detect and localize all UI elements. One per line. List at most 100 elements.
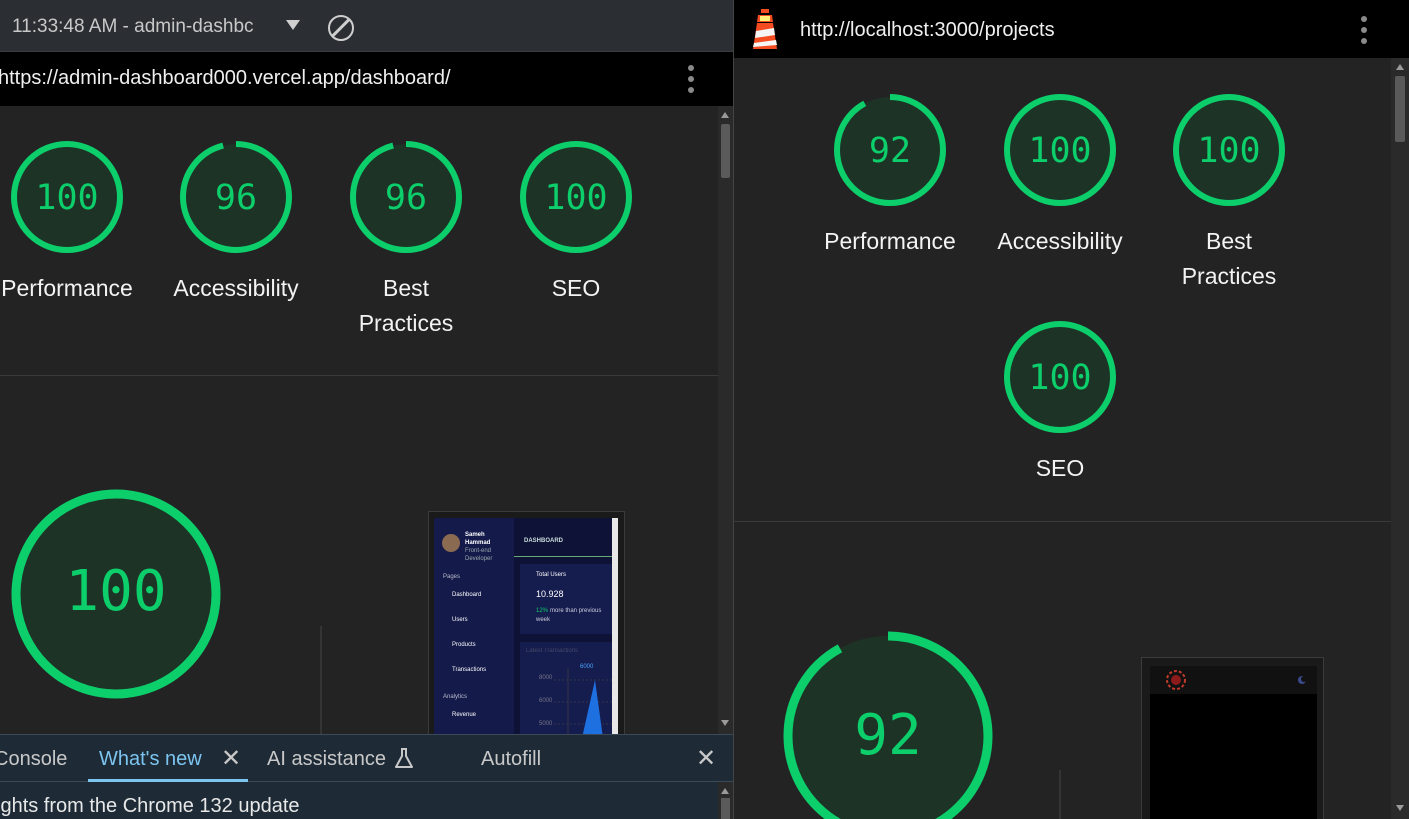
score-label-best-practices: Best Practices — [1159, 224, 1299, 294]
thumb-text: Front-end — [465, 548, 492, 554]
label-line: Best — [1205, 228, 1253, 254]
pane-splitter[interactable] — [733, 0, 734, 819]
big-score-gauge: 92 — [783, 631, 993, 819]
thumb-text: Developer — [465, 556, 493, 562]
thumb-divider — [514, 556, 617, 557]
score-gauge-performance[interactable]: 92 — [834, 94, 946, 206]
thumb-text: Pages — [443, 574, 461, 580]
report-url[interactable]: https://admin-dashboard000.vercel.app/da… — [0, 67, 451, 90]
scrollbar-thumb[interactable] — [721, 798, 730, 819]
active-tab-indicator — [88, 779, 248, 782]
page-screenshot-thumbnail[interactable] — [1141, 657, 1324, 819]
thumb-mini-chart — [554, 668, 612, 735]
thumb-text: Analytics — [443, 694, 468, 700]
scrollbar-thumb[interactable] — [721, 124, 730, 178]
thumb-text: 10.928 — [536, 589, 564, 599]
score-label-seo: SEO — [1035, 455, 1085, 481]
label-line: Practices — [358, 310, 454, 336]
gauge-score-value: 96 — [385, 178, 427, 218]
scroll-up-icon[interactable] — [1396, 64, 1404, 70]
thumb-text: Sameh — [465, 532, 485, 538]
gauge-score-value: 100 — [544, 178, 607, 218]
report-url-bar: http://localhost:3000/projects — [733, 0, 1409, 58]
thumb-text: DASHBOARD — [524, 538, 563, 544]
drawer-tab-bar: Console What's new ✕ AI assistance Autof… — [0, 735, 733, 782]
close-tab-icon[interactable]: ✕ — [221, 744, 241, 773]
gauge-score-value: 100 — [1197, 131, 1260, 171]
score-label-performance: Performance — [824, 228, 956, 254]
thumb-text: Latest Transactions — [526, 648, 579, 654]
tab-console[interactable]: Console — [0, 748, 67, 771]
tab-whats-new[interactable]: What's new — [99, 748, 202, 771]
scroll-down-icon[interactable] — [721, 720, 729, 726]
avatar — [442, 534, 460, 552]
site-logo-icon — [1166, 670, 1186, 690]
devtools-drawer: Console What's new ✕ AI assistance Autof… — [0, 734, 733, 819]
report-url-bar: https://admin-dashboard000.vercel.app/da… — [0, 52, 733, 106]
thumb-text: week — [536, 617, 551, 623]
thumb-sidebar: Sameh Hammad Front-end Developer Pages D… — [434, 518, 514, 735]
close-drawer-icon[interactable]: ✕ — [696, 744, 716, 773]
whats-new-headline: ights from the Chrome 132 update — [0, 795, 300, 817]
thumb-text: Total Users — [536, 572, 567, 578]
score-label-best-practices: Best Practices — [336, 271, 476, 341]
thumb-main: DASHBOARD Total Users 10.928 12% more th… — [514, 518, 617, 735]
left-lighthouse-panel: 11:33:48 AM - admin-dashbc https://admin… — [0, 0, 733, 819]
thumb-content — [1150, 694, 1317, 819]
right-scrollbar[interactable] — [1391, 58, 1409, 819]
clear-reports-icon[interactable] — [328, 15, 354, 41]
chevron-down-icon[interactable] — [286, 20, 300, 30]
thumb-text: 6000 — [539, 698, 553, 704]
thumb-text: 5000 — [539, 721, 553, 727]
report-selector-bar: 11:33:48 AM - admin-dashbc — [0, 0, 733, 52]
flask-icon — [395, 748, 413, 768]
gauge-score-value: 96 — [215, 178, 257, 218]
score-gauge-best-practices[interactable]: 100 — [1173, 94, 1285, 206]
more-options-icon[interactable] — [1361, 16, 1367, 44]
score-label-seo: SEO — [551, 275, 601, 301]
gauge-score-value: 100 — [35, 178, 98, 218]
thumb-text: Dashboard — [452, 592, 482, 598]
big-gauge-score-value: 100 — [65, 559, 166, 624]
score-gauge-seo[interactable]: 100 — [520, 141, 632, 253]
thumb-text: Transactions — [452, 667, 487, 673]
gauge-score-value: 100 — [1028, 358, 1091, 398]
score-gauge-performance[interactable]: 100 — [11, 141, 123, 253]
scroll-up-icon[interactable] — [721, 112, 729, 118]
thumb-text: Revenue — [452, 712, 477, 718]
score-label-accessibility: Accessibility — [173, 275, 299, 301]
theme-toggle-icon — [1298, 676, 1307, 684]
thumb-text: Products — [452, 642, 476, 648]
scrollbar-thumb[interactable] — [1395, 76, 1405, 142]
section-divider — [0, 375, 718, 376]
score-gauge-seo[interactable]: 100 — [1004, 321, 1116, 433]
big-gauge-score-value: 92 — [854, 703, 921, 768]
score-label-accessibility: Accessibility — [997, 228, 1123, 254]
thumb-text: Users — [452, 617, 468, 623]
scroll-up-icon[interactable] — [721, 788, 729, 794]
label-line: Practices — [1181, 263, 1277, 289]
report-url[interactable]: http://localhost:3000/projects — [800, 19, 1055, 42]
scroll-down-icon[interactable] — [1396, 805, 1404, 811]
score-gauge-best-practices[interactable]: 96 — [350, 141, 462, 253]
label-line: Best — [382, 275, 430, 301]
score-label-performance: Performance — [1, 275, 133, 301]
thumb-text: more than previous — [550, 608, 602, 614]
thumb-text: 12% — [536, 608, 549, 614]
score-gauge-accessibility[interactable]: 96 — [180, 141, 292, 253]
section-divider — [733, 521, 1391, 522]
left-scrollbar[interactable] — [718, 106, 733, 734]
devtools-split-view: 11:33:48 AM - admin-dashbc https://admin… — [0, 0, 1409, 819]
report-timestamp-dropdown[interactable]: 11:33:48 AM - admin-dashbc — [12, 16, 254, 38]
thumb-text: Hammad — [465, 540, 491, 546]
gauge-score-value: 92 — [869, 131, 911, 171]
tab-autofill[interactable]: Autofill — [481, 748, 541, 771]
thumb-text: 8000 — [539, 675, 553, 681]
more-options-icon[interactable] — [688, 65, 694, 93]
big-score-gauge: 100 — [11, 489, 221, 699]
page-screenshot-thumbnail[interactable]: Sameh Hammad Front-end Developer Pages D… — [428, 511, 625, 736]
drawer-scrollbar[interactable] — [718, 782, 733, 819]
gauge-score-value: 100 — [1028, 131, 1091, 171]
score-gauge-accessibility[interactable]: 100 — [1004, 94, 1116, 206]
tab-ai-assistance[interactable]: AI assistance — [267, 748, 386, 771]
